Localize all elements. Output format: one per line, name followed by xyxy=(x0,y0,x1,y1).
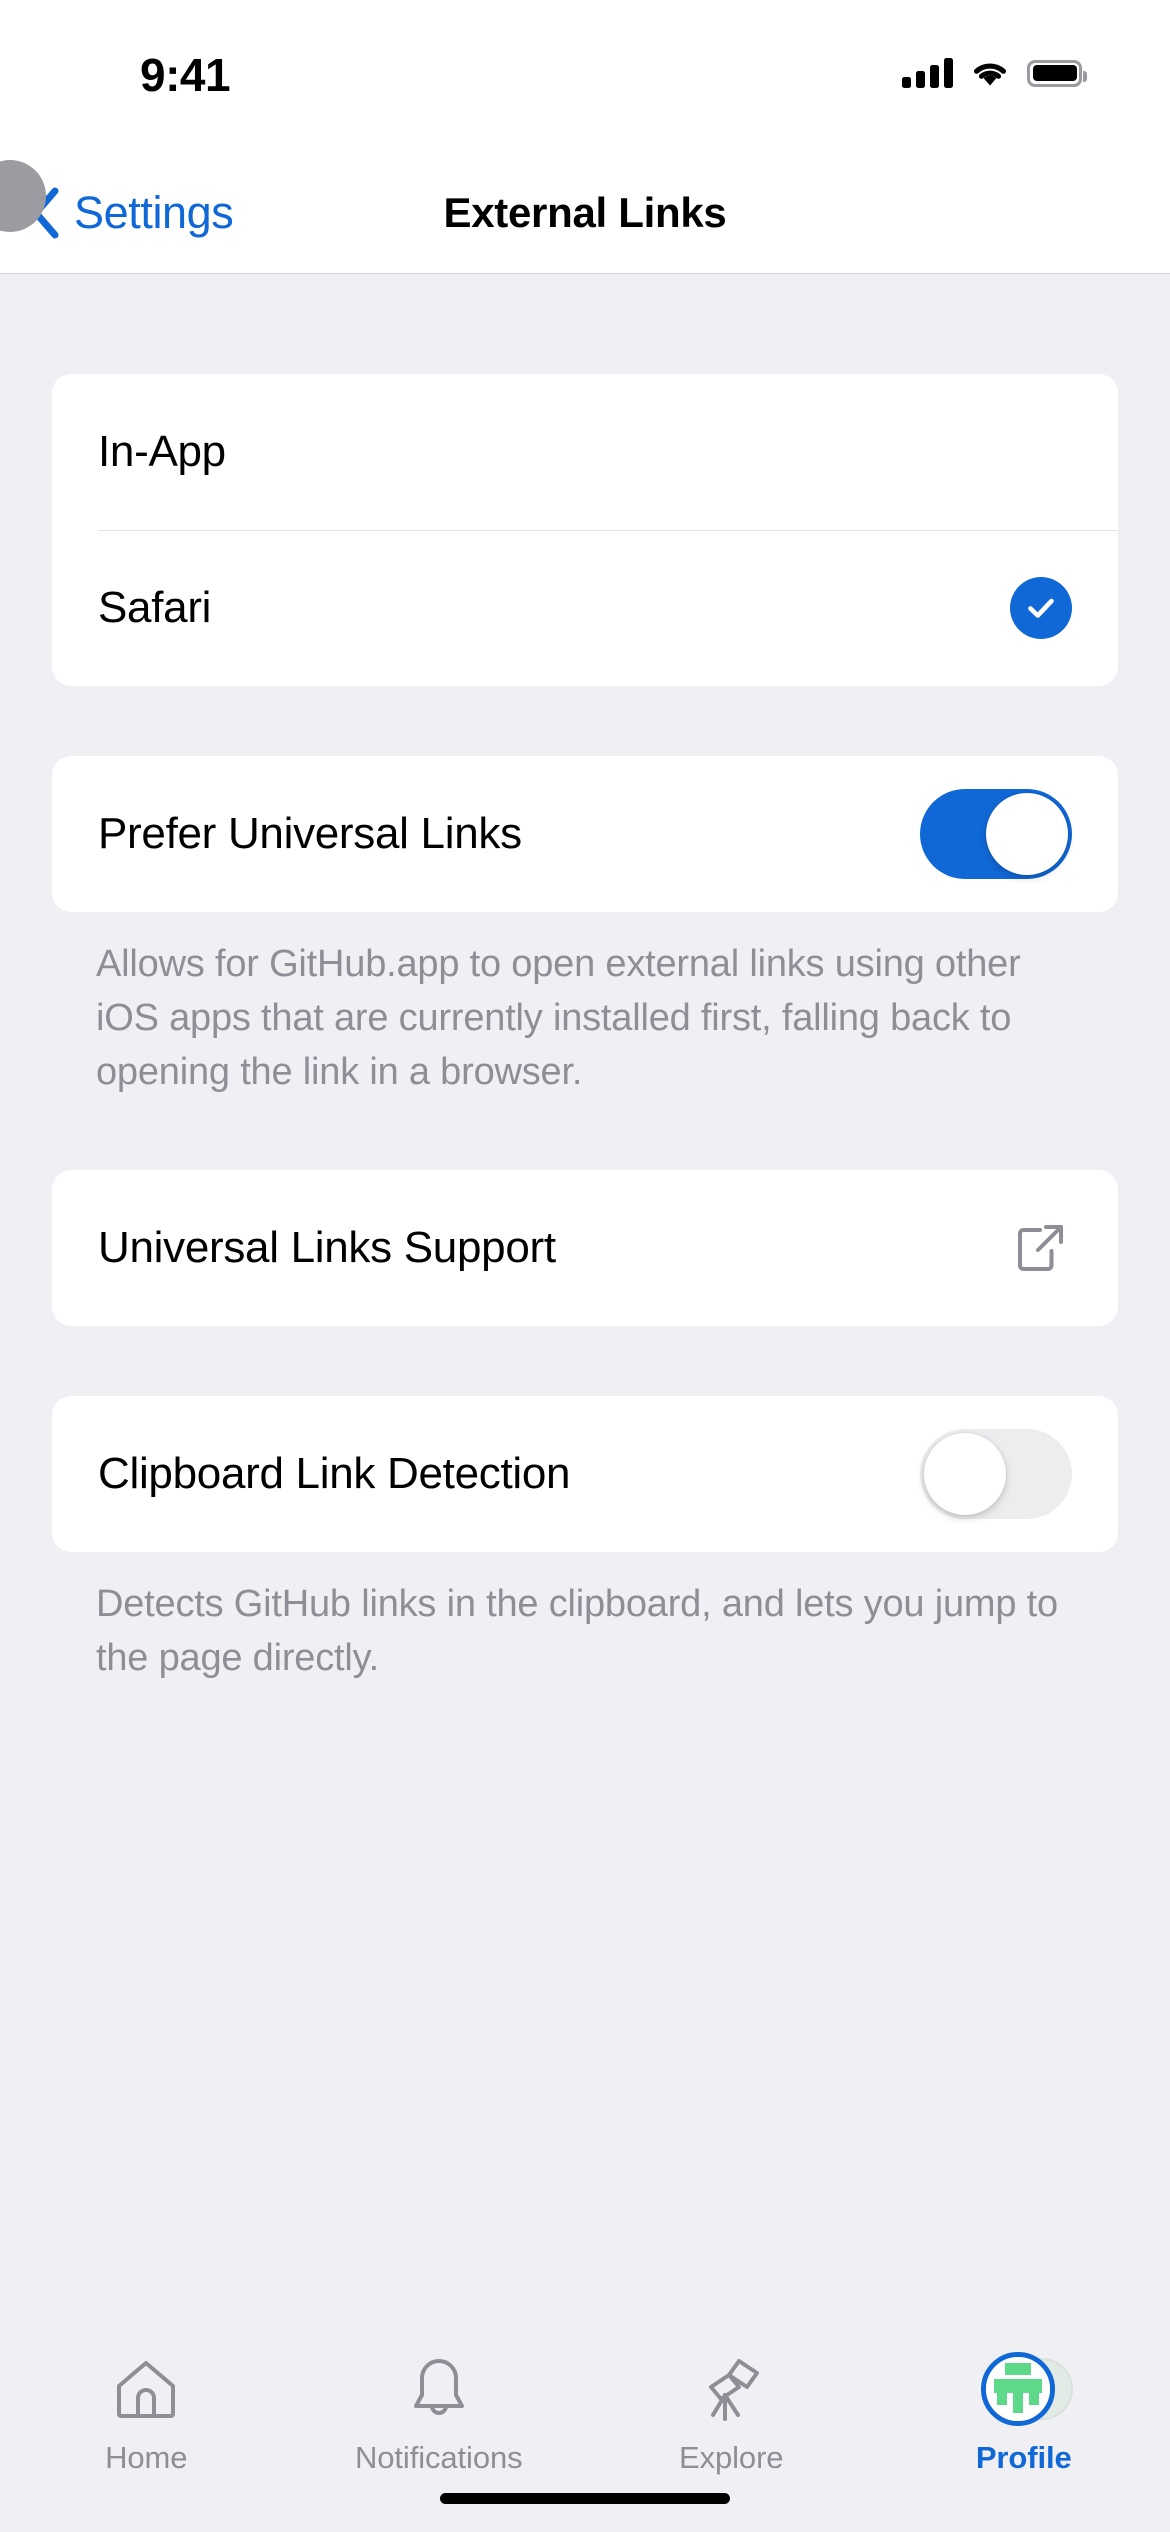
battery-icon xyxy=(1027,59,1087,87)
tab-explore-label: Explore xyxy=(679,2440,784,2475)
row-safari[interactable]: Safari xyxy=(52,530,1118,686)
row-universal-links-support-accessory xyxy=(1010,1217,1072,1279)
back-button-label: Settings xyxy=(74,187,234,238)
tab-home-label: Home xyxy=(105,2440,188,2475)
row-clipboard-link-detection[interactable]: Clipboard Link Detection xyxy=(52,1396,1118,1552)
iphone-screen: 9:41 Settings External Links In-App Safa… xyxy=(0,0,1170,2532)
row-clipboard-link-detection-accessory xyxy=(920,1428,1072,1519)
row-universal-links-support[interactable]: Universal Links Support xyxy=(52,1170,1118,1326)
row-prefer-universal-links-accessory xyxy=(920,789,1072,879)
wifi-icon xyxy=(974,63,1006,86)
avatar xyxy=(980,2350,1073,2428)
row-separator xyxy=(98,530,1118,531)
external-link-icon xyxy=(1018,1224,1063,1271)
row-prefer-universal-links[interactable]: Prefer Universal Links xyxy=(52,756,1118,912)
status-bar: 9:41 xyxy=(0,0,1170,152)
row-universal-links-support-label: Universal Links Support xyxy=(98,1222,556,1272)
avatar-icon xyxy=(980,2352,1055,2426)
row-safari-accessory xyxy=(1010,577,1072,639)
toggle-knob xyxy=(986,793,1068,875)
section-browser-choice: In-App Safari xyxy=(52,374,1118,686)
status-bar-time: 9:41 xyxy=(140,49,231,101)
tab-profile-label: Profile xyxy=(975,2440,1072,2475)
tab-profile[interactable]: Profile xyxy=(878,2350,1170,2476)
telescope-icon xyxy=(693,2350,769,2428)
row-in-app-label: In-App xyxy=(98,427,226,476)
toggle-knob xyxy=(924,1432,1006,1515)
clipboard-link-detection-toggle[interactable] xyxy=(920,1428,1072,1519)
house-icon xyxy=(109,2350,183,2428)
home-indicator xyxy=(440,2493,730,2504)
tab-notifications[interactable]: Notifications xyxy=(293,2350,586,2476)
bell-icon xyxy=(407,2350,471,2428)
back-button[interactable]: Settings xyxy=(30,152,234,274)
section-clipboard-link-detection: Clipboard Link Detection xyxy=(52,1395,1118,1552)
tab-home[interactable]: Home xyxy=(0,2350,293,2476)
cellular-signal-icon xyxy=(902,58,953,88)
footer-clipboard-link-detection: Detects GitHub links in the clipboard, a… xyxy=(96,1582,1058,1679)
checkmark-icon xyxy=(1010,577,1072,639)
settings-content: In-App Safari Prefer Universal Links All… xyxy=(0,274,1170,2332)
prefer-universal-links-toggle[interactable] xyxy=(920,789,1072,879)
navigation-bar: Settings External Links xyxy=(0,152,1170,274)
row-safari-label: Safari xyxy=(98,583,212,632)
row-clipboard-link-detection-label: Clipboard Link Detection xyxy=(98,1448,571,1498)
status-bar-indicators xyxy=(902,52,1087,94)
footer-prefer-universal-links: Allows for GitHub.app to open external l… xyxy=(96,943,1021,1093)
section-universal-links-support: Universal Links Support xyxy=(52,1169,1118,1326)
section-prefer-universal-links: Prefer Universal Links xyxy=(52,756,1118,912)
row-in-app[interactable]: In-App xyxy=(52,374,1118,530)
tab-explore[interactable]: Explore xyxy=(585,2350,878,2476)
row-prefer-universal-links-label: Prefer Universal Links xyxy=(98,809,522,858)
tab-notifications-label: Notifications xyxy=(354,2440,523,2475)
